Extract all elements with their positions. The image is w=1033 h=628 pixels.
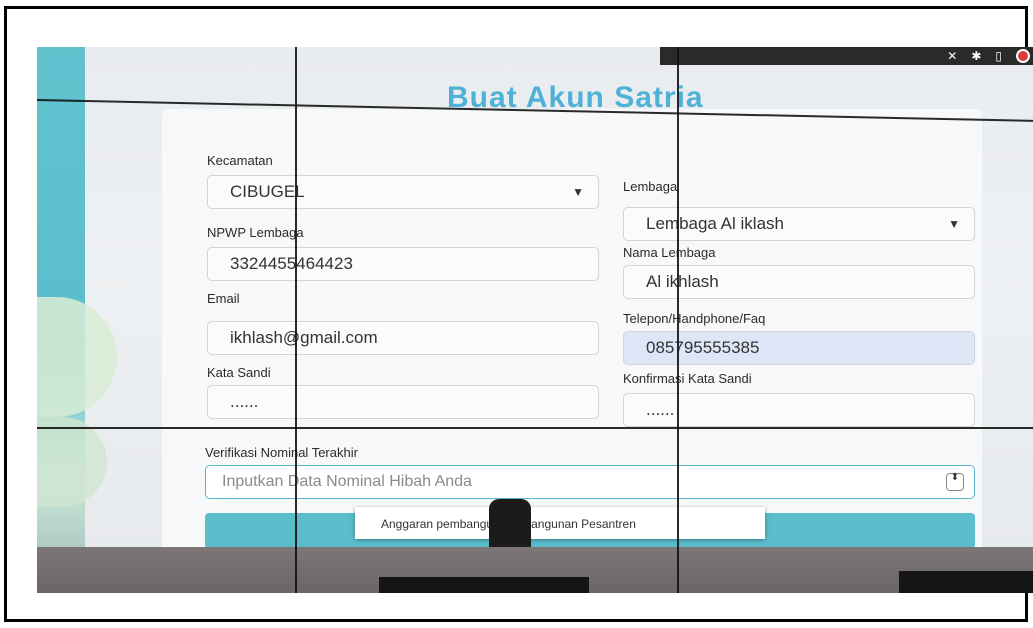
window-icon: ▯ [995, 49, 1002, 63]
email-input[interactable]: ikhlash@gmail.com [207, 321, 599, 355]
nama-lembaga-input[interactable]: Al ikhlash [623, 265, 975, 299]
status-dot-icon [1016, 49, 1030, 63]
konfirmasi-value: ...... [646, 400, 675, 419]
dark-object [899, 571, 1033, 593]
side-decoration [37, 47, 117, 593]
email-value: ikhlash@gmail.com [230, 328, 378, 347]
kecamatan-label: Kecamatan [207, 153, 273, 168]
lembaga-select[interactable]: Lembaga Al iklash ▼ [623, 207, 975, 241]
chevron-down-icon: ▼ [572, 185, 584, 199]
suggestion-tooltip[interactable]: Anggaran pembangunaan Bangunan Pesantren [355, 507, 765, 539]
telepon-label: Telepon/Handphone/Faq [623, 311, 766, 326]
nama-lembaga-label: Nama Lembaga [623, 245, 716, 260]
konfirmasi-label: Konfirmasi Kata Sandi [623, 371, 752, 386]
video-wall-seam [677, 47, 679, 593]
kata-sandi-input[interactable]: ...... [207, 385, 599, 419]
nominal-label: Verifikasi Nominal Terakhir [205, 445, 358, 460]
telepon-input[interactable]: 085795555385 [623, 331, 975, 365]
nama-lembaga-value: Al ikhlash [646, 272, 719, 291]
decor-blob [37, 417, 107, 507]
video-wall-seam [37, 427, 1033, 429]
decor-blob [37, 297, 117, 417]
kata-sandi-label: Kata Sandi [207, 365, 271, 380]
chevron-down-icon: ▼ [948, 217, 960, 231]
kecamatan-value: CIBUGEL [230, 182, 305, 201]
nominal-placeholder: Inputkan Data Nominal Hibah Anda [222, 473, 472, 490]
pin-icon: ✱ [971, 49, 982, 63]
kata-sandi-value: ...... [230, 392, 259, 411]
screenshot-frame: ✕ ✱ ▯ Buat Akun Satria Kecamatan CIBUGEL… [4, 6, 1033, 622]
npwp-value: 3324455464423 [230, 254, 353, 273]
nominal-input[interactable]: Inputkan Data Nominal Hibah Anda ⬍ [205, 465, 975, 499]
video-wall-seam [295, 47, 297, 593]
konfirmasi-input[interactable]: ...... [623, 393, 975, 427]
telepon-value: 085795555385 [646, 338, 760, 357]
status-icons: ✕ ✱ ▯ [947, 47, 1030, 65]
room-foreground [37, 547, 1033, 593]
spinner-icon[interactable]: ⬍ [946, 473, 964, 491]
top-status-bar: ✕ ✱ ▯ [660, 47, 1033, 65]
lembaga-label: Lembaga [623, 179, 678, 194]
dark-object [379, 577, 589, 593]
kecamatan-select[interactable]: CIBUGEL ▼ [207, 175, 599, 209]
photo-of-video-wall: ✕ ✱ ▯ Buat Akun Satria Kecamatan CIBUGEL… [37, 47, 1033, 593]
close-icon: ✕ [947, 49, 958, 63]
email-label: Email [207, 291, 240, 306]
lembaga-value: Lembaga Al iklash [646, 214, 784, 233]
npwp-label: NPWP Lembaga [207, 225, 304, 240]
npwp-input[interactable]: 3324455464423 [207, 247, 599, 281]
